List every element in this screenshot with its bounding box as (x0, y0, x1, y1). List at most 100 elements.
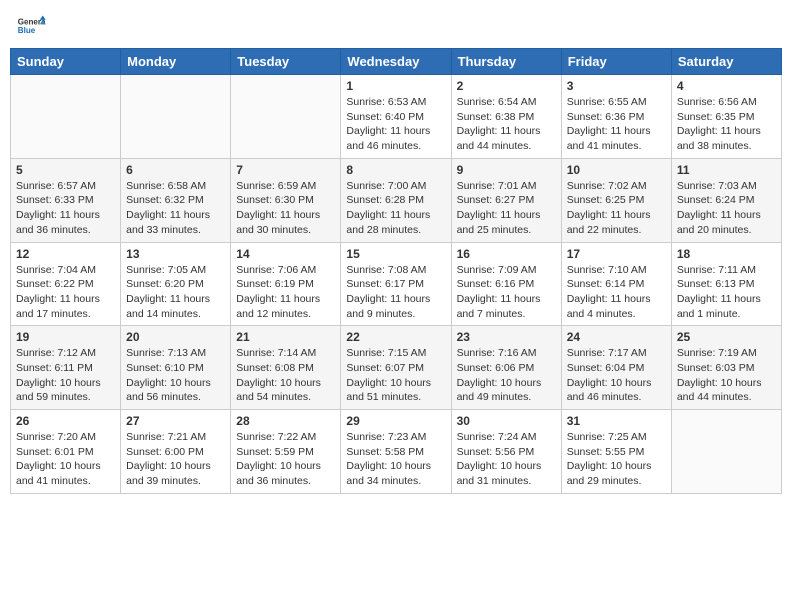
day-number: 6 (126, 163, 225, 177)
page-header: General Blue (10, 10, 782, 40)
day-number: 19 (16, 330, 115, 344)
column-header-sunday: Sunday (11, 49, 121, 75)
day-number: 11 (677, 163, 776, 177)
calendar-cell: 11Sunrise: 7:03 AM Sunset: 6:24 PM Dayli… (671, 158, 781, 242)
day-number: 31 (567, 414, 666, 428)
calendar-cell: 19 Sunrise: 7:12 AM Sunset: 6:11 PM Dayli… (11, 326, 121, 410)
day-info: Sunrise: 7:19 AM Sunset: 6:03 PM Dayligh… (677, 346, 776, 405)
calendar-cell: 18 Sunrise: 7:11 AM Sunset: 6:13 PM Dayli… (671, 242, 781, 326)
day-info: Sunrise: 7:23 AM Sunset: 5:58 PM Dayligh… (346, 430, 445, 489)
day-number: 1 (346, 79, 445, 93)
day-info: Sunrise: 6:59 AM Sunset: 6:30 PM Dayligh… (236, 179, 335, 238)
calendar-cell: 1 Sunrise: 6:53 AM Sunset: 6:40 PM Daylig… (341, 75, 451, 159)
day-info: Sunrise: 7:14 AM Sunset: 6:08 PM Dayligh… (236, 346, 335, 405)
day-number: 23 (457, 330, 556, 344)
day-number: 29 (346, 414, 445, 428)
column-header-thursday: Thursday (451, 49, 561, 75)
day-info: Sunrise: 7:02 AM Sunset: 6:25 PM Dayligh… (567, 179, 666, 238)
calendar-cell: 24 Sunrise: 7:17 AM Sunset: 6:04 PM Dayli… (561, 326, 671, 410)
column-header-friday: Friday (561, 49, 671, 75)
calendar-cell: 9 Sunrise: 7:01 AM Sunset: 6:27 PM Daylig… (451, 158, 561, 242)
day-number: 27 (126, 414, 225, 428)
calendar-cell: 13 Sunrise: 7:05 AM Sunset: 6:20 PM Dayli… (121, 242, 231, 326)
day-number: 21 (236, 330, 335, 344)
day-number: 22 (346, 330, 445, 344)
calendar-cell: 21 Sunrise: 7:14 AM Sunset: 6:08 PM Dayli… (231, 326, 341, 410)
day-info: Sunrise: 7:20 AM Sunset: 6:01 PM Dayligh… (16, 430, 115, 489)
day-info: Sunrise: 6:53 AM Sunset: 6:40 PM Dayligh… (346, 95, 445, 154)
day-info: Sunrise: 6:58 AM Sunset: 6:32 PM Dayligh… (126, 179, 225, 238)
calendar-cell: 25 Sunrise: 7:19 AM Sunset: 6:03 PM Dayli… (671, 326, 781, 410)
calendar-cell (121, 75, 231, 159)
day-info: Sunrise: 7:16 AM Sunset: 6:06 PM Dayligh… (457, 346, 556, 405)
calendar-cell: 8 Sunrise: 7:00 AM Sunset: 6:28 PM Daylig… (341, 158, 451, 242)
calendar-table: SundayMondayTuesdayWednesdayThursdayFrid… (10, 48, 782, 494)
logo: General Blue (16, 14, 46, 36)
calendar-cell: 16Sunrise: 7:09 AM Sunset: 6:16 PM Dayli… (451, 242, 561, 326)
day-number: 13 (126, 247, 225, 261)
day-info: Sunrise: 7:13 AM Sunset: 6:10 PM Dayligh… (126, 346, 225, 405)
day-number: 20 (126, 330, 225, 344)
calendar-cell (231, 75, 341, 159)
day-number: 3 (567, 79, 666, 93)
day-info: Sunrise: 7:25 AM Sunset: 5:55 PM Dayligh… (567, 430, 666, 489)
day-number: 24 (567, 330, 666, 344)
calendar-week-row: 5 Sunrise: 6:57 AM Sunset: 6:33 PM Daylig… (11, 158, 782, 242)
day-info: Sunrise: 7:08 AM Sunset: 6:17 PM Dayligh… (346, 263, 445, 322)
column-header-monday: Monday (121, 49, 231, 75)
day-info: Sunrise: 7:22 AM Sunset: 5:59 PM Dayligh… (236, 430, 335, 489)
calendar-cell: 23 Sunrise: 7:16 AM Sunset: 6:06 PM Dayli… (451, 326, 561, 410)
day-number: 16 (457, 247, 556, 261)
column-header-saturday: Saturday (671, 49, 781, 75)
calendar-week-row: 12Sunrise: 7:04 AM Sunset: 6:22 PM Dayli… (11, 242, 782, 326)
column-header-wednesday: Wednesday (341, 49, 451, 75)
calendar-week-row: 19 Sunrise: 7:12 AM Sunset: 6:11 PM Dayli… (11, 326, 782, 410)
calendar-cell: 4 Sunrise: 6:56 AM Sunset: 6:35 PM Daylig… (671, 75, 781, 159)
day-info: Sunrise: 7:17 AM Sunset: 6:04 PM Dayligh… (567, 346, 666, 405)
day-number: 9 (457, 163, 556, 177)
day-number: 10 (567, 163, 666, 177)
calendar-week-row: 26 Sunrise: 7:20 AM Sunset: 6:01 PM Dayli… (11, 410, 782, 494)
day-info: Sunrise: 6:56 AM Sunset: 6:35 PM Dayligh… (677, 95, 776, 154)
day-number: 26 (16, 414, 115, 428)
day-number: 5 (16, 163, 115, 177)
calendar-cell: 10 Sunrise: 7:02 AM Sunset: 6:25 PM Dayli… (561, 158, 671, 242)
calendar-cell: 3 Sunrise: 6:55 AM Sunset: 6:36 PM Daylig… (561, 75, 671, 159)
calendar-cell: 2 Sunrise: 6:54 AM Sunset: 6:38 PM Daylig… (451, 75, 561, 159)
day-info: Sunrise: 7:12 AM Sunset: 6:11 PM Dayligh… (16, 346, 115, 405)
day-info: Sunrise: 7:05 AM Sunset: 6:20 PM Dayligh… (126, 263, 225, 322)
day-info: Sunrise: 7:06 AM Sunset: 6:19 PM Dayligh… (236, 263, 335, 322)
day-info: Sunrise: 7:00 AM Sunset: 6:28 PM Dayligh… (346, 179, 445, 238)
day-number: 14 (236, 247, 335, 261)
calendar-cell: 31 Sunrise: 7:25 AM Sunset: 5:55 PM Dayli… (561, 410, 671, 494)
day-info: Sunrise: 7:01 AM Sunset: 6:27 PM Dayligh… (457, 179, 556, 238)
calendar-cell: 28 Sunrise: 7:22 AM Sunset: 5:59 PM Dayli… (231, 410, 341, 494)
day-number: 2 (457, 79, 556, 93)
calendar-week-row: 1 Sunrise: 6:53 AM Sunset: 6:40 PM Daylig… (11, 75, 782, 159)
day-number: 7 (236, 163, 335, 177)
day-info: Sunrise: 7:10 AM Sunset: 6:14 PM Dayligh… (567, 263, 666, 322)
calendar-cell: 27Sunrise: 7:21 AM Sunset: 6:00 PM Dayli… (121, 410, 231, 494)
calendar-cell: 17Sunrise: 7:10 AM Sunset: 6:14 PM Dayli… (561, 242, 671, 326)
day-number: 25 (677, 330, 776, 344)
day-number: 18 (677, 247, 776, 261)
calendar-cell: 14 Sunrise: 7:06 AM Sunset: 6:19 PM Dayli… (231, 242, 341, 326)
logo-icon: General Blue (16, 14, 46, 36)
calendar-cell (11, 75, 121, 159)
calendar-cell: 12Sunrise: 7:04 AM Sunset: 6:22 PM Dayli… (11, 242, 121, 326)
day-number: 30 (457, 414, 556, 428)
day-info: Sunrise: 6:55 AM Sunset: 6:36 PM Dayligh… (567, 95, 666, 154)
day-info: Sunrise: 7:11 AM Sunset: 6:13 PM Dayligh… (677, 263, 776, 322)
calendar-header-row: SundayMondayTuesdayWednesdayThursdayFrid… (11, 49, 782, 75)
day-info: Sunrise: 6:54 AM Sunset: 6:38 PM Dayligh… (457, 95, 556, 154)
calendar-cell: 30 Sunrise: 7:24 AM Sunset: 5:56 PM Dayli… (451, 410, 561, 494)
day-number: 28 (236, 414, 335, 428)
day-info: Sunrise: 7:04 AM Sunset: 6:22 PM Dayligh… (16, 263, 115, 322)
calendar-cell: 5 Sunrise: 6:57 AM Sunset: 6:33 PM Daylig… (11, 158, 121, 242)
calendar-cell: 26 Sunrise: 7:20 AM Sunset: 6:01 PM Dayli… (11, 410, 121, 494)
day-info: Sunrise: 7:24 AM Sunset: 5:56 PM Dayligh… (457, 430, 556, 489)
day-number: 4 (677, 79, 776, 93)
day-info: Sunrise: 6:57 AM Sunset: 6:33 PM Dayligh… (16, 179, 115, 238)
day-number: 8 (346, 163, 445, 177)
calendar-cell: 15Sunrise: 7:08 AM Sunset: 6:17 PM Dayli… (341, 242, 451, 326)
